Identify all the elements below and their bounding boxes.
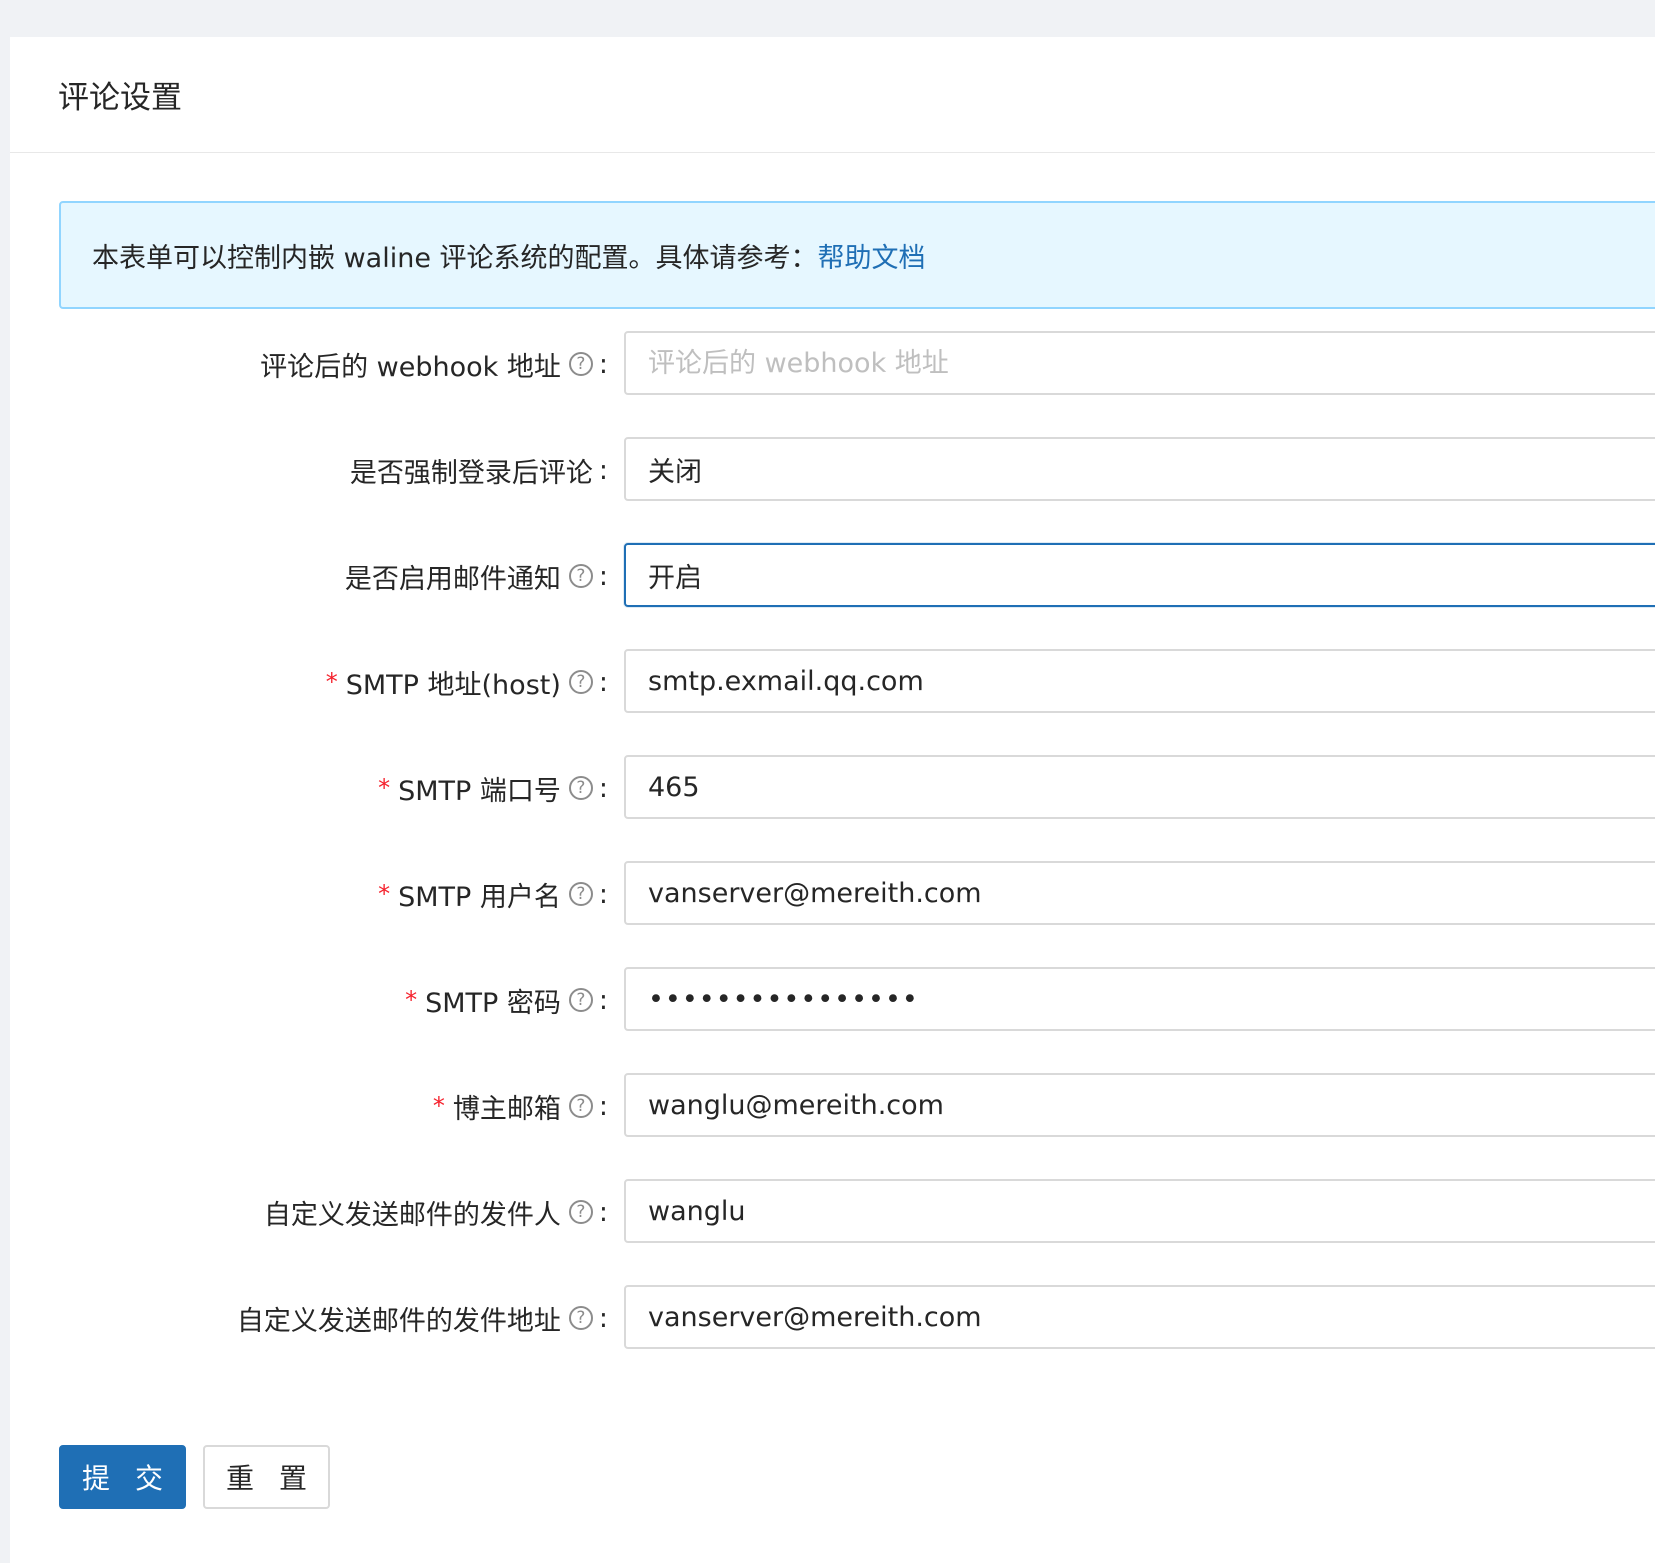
question-circle-icon[interactable]: ? <box>568 1200 593 1224</box>
label-colon: : <box>598 348 608 380</box>
form-row-smtp-host: * SMTP 地址(host) ? : <box>10 649 1655 715</box>
reset-button[interactable]: 重 置 <box>203 1445 330 1509</box>
label-colon: : <box>598 1302 608 1334</box>
form-row-sender-address: 自定义发送邮件的发件地址 ? : <box>10 1285 1655 1351</box>
blogger-email-input[interactable] <box>624 1073 1655 1137</box>
sender-name-input[interactable] <box>624 1179 1655 1243</box>
question-circle-icon[interactable]: ? <box>568 670 593 694</box>
label-colon: : <box>598 984 608 1016</box>
label-text: 评论后的 webhook 地址 <box>260 351 561 383</box>
question-circle-icon[interactable]: ? <box>568 776 593 800</box>
settings-panel: 评论设置 本表单可以控制内嵌 waline 评论系统的配置。具体请参考： 帮助文… <box>10 37 1655 1563</box>
form-row-force-login: 是否强制登录后评论 : 关闭 <box>10 437 1655 503</box>
form-row-sender-name: 自定义发送邮件的发件人 ? : <box>10 1179 1655 1245</box>
required-mark: * <box>378 774 391 802</box>
label-text: 是否启用邮件通知 <box>344 563 561 595</box>
required-mark: * <box>325 668 338 696</box>
label-text: SMTP 地址(host) <box>345 669 561 701</box>
question-circle-icon[interactable]: ? <box>568 988 593 1012</box>
label-colon: : <box>598 560 608 592</box>
form-label-sender-address: 自定义发送邮件的发件地址 ? : <box>237 1285 610 1351</box>
required-mark: * <box>378 880 391 908</box>
smtp-user-input[interactable] <box>624 861 1655 925</box>
smtp-password-input[interactable]: •••••••••••••••• <box>624 967 1655 1031</box>
form-label-smtp-port: * SMTP 端口号 ? : <box>378 755 610 821</box>
panel-header: 评论设置 <box>10 37 1655 153</box>
label-text: 博主邮箱 <box>452 1093 561 1125</box>
question-circle-icon[interactable]: ? <box>568 882 593 906</box>
form-label-smtp-host: * SMTP 地址(host) ? : <box>326 649 610 715</box>
form-label-webhook: 评论后的 webhook 地址 ? : <box>260 331 610 397</box>
required-mark: * <box>432 1092 445 1120</box>
webhook-input[interactable] <box>624 331 1655 395</box>
label-text: SMTP 用户名 <box>398 881 561 913</box>
smtp-port-input[interactable] <box>624 755 1655 819</box>
form-row-mail-notify: 是否启用邮件通知 ? : 开启 <box>10 543 1655 609</box>
label-colon: : <box>598 1196 608 1228</box>
label-colon: : <box>598 878 608 910</box>
required-mark: * <box>405 986 418 1014</box>
question-circle-icon[interactable]: ? <box>568 564 593 588</box>
form-row-smtp-user: * SMTP 用户名 ? : <box>10 861 1655 927</box>
info-alert: 本表单可以控制内嵌 waline 评论系统的配置。具体请参考： 帮助文档 <box>59 201 1655 309</box>
label-text: 自定义发送邮件的发件人 <box>263 1199 561 1231</box>
label-text: SMTP 密码 <box>425 987 561 1019</box>
label-text: 是否强制登录后评论 <box>349 457 593 489</box>
sender-address-input[interactable] <box>624 1285 1655 1349</box>
form-label-force-login: 是否强制登录后评论 : <box>350 437 610 503</box>
force-login-select[interactable]: 关闭 <box>624 437 1655 501</box>
page-title: 评论设置 <box>58 80 182 116</box>
form-label-mail-notify: 是否启用邮件通知 ? : <box>345 543 610 609</box>
form-row-smtp-port: * SMTP 端口号 ? : <box>10 755 1655 821</box>
select-value: 关闭 <box>648 456 702 488</box>
mail-notify-select[interactable]: 开启 <box>624 543 1655 607</box>
form-label-smtp-password: * SMTP 密码 ? : <box>405 967 610 1033</box>
password-mask: •••••••••••••••• <box>648 983 919 1015</box>
form-row-webhook: 评论后的 webhook 地址 ? : <box>10 331 1655 397</box>
form-label-blogger-email: * 博主邮箱 ? : <box>433 1073 610 1139</box>
form-label-sender-name: 自定义发送邮件的发件人 ? : <box>264 1179 610 1245</box>
label-text: 自定义发送邮件的发件地址 <box>236 1305 561 1337</box>
help-docs-link[interactable]: 帮助文档 <box>818 236 926 275</box>
form-label-smtp-user: * SMTP 用户名 ? : <box>378 861 610 927</box>
smtp-host-input[interactable] <box>624 649 1655 713</box>
question-circle-icon[interactable]: ? <box>568 352 593 376</box>
question-circle-icon[interactable]: ? <box>568 1094 593 1118</box>
form-row-smtp-password: * SMTP 密码 ? : •••••••••••••••• <box>10 967 1655 1033</box>
label-colon: : <box>598 772 608 804</box>
form-row-blogger-email: * 博主邮箱 ? : <box>10 1073 1655 1139</box>
label-text: SMTP 端口号 <box>398 775 561 807</box>
submit-button[interactable]: 提 交 <box>59 1445 186 1509</box>
label-colon: : <box>598 454 608 486</box>
question-circle-icon[interactable]: ? <box>568 1306 593 1330</box>
select-value: 开启 <box>648 562 702 594</box>
alert-text: 本表单可以控制内嵌 waline 评论系统的配置。具体请参考： <box>92 242 818 274</box>
label-colon: : <box>598 1090 608 1122</box>
label-colon: : <box>598 666 608 698</box>
